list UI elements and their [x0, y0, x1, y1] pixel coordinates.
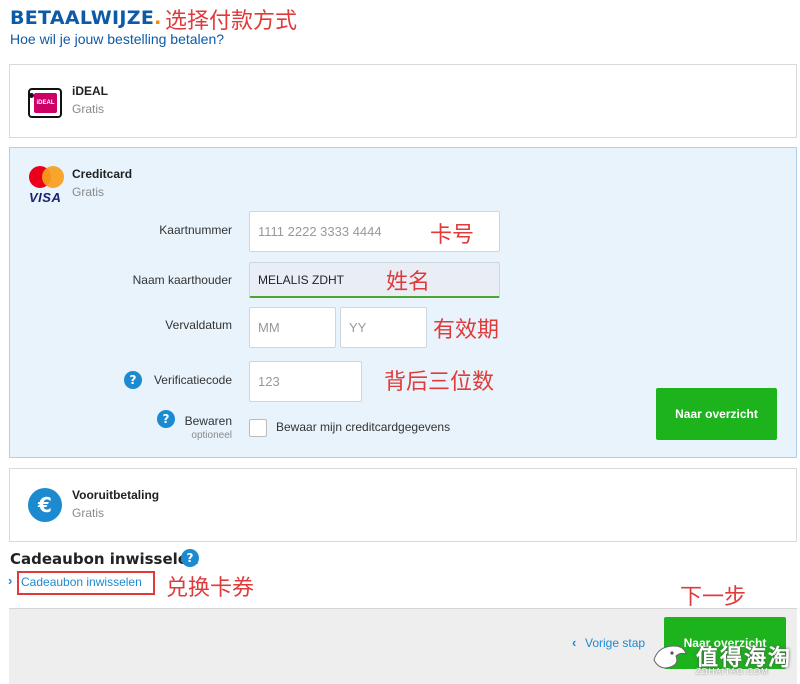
expiry-month-input[interactable]: MM: [249, 307, 336, 348]
payment-option-ideal[interactable]: [9, 64, 797, 138]
mastercard-logo-icon: [29, 166, 65, 188]
previous-step-link[interactable]: Vorige stap: [585, 636, 645, 650]
save-label: Bewaren: [184, 414, 232, 428]
save-help-icon[interactable]: ?: [157, 410, 175, 428]
ideal-name: iDEAL: [72, 84, 108, 98]
save-card-checkbox[interactable]: [249, 419, 267, 437]
euro-icon: €: [28, 488, 62, 522]
to-overview-button[interactable]: Naar overzicht: [656, 388, 777, 440]
annotation-expiry: 有效期: [433, 318, 500, 343]
watermark-subtext: ZDHAITAO.COM: [696, 667, 769, 676]
page-subtitle: Hoe wil je jouw bestelling betalen?: [10, 31, 225, 47]
holder-label: Naam kaarthouder: [132, 273, 232, 287]
expiry-label: Vervaldatum: [165, 318, 232, 332]
visa-logo-icon: VISA: [29, 190, 62, 205]
expiry-year-input[interactable]: YY: [340, 307, 427, 348]
gift-card-link[interactable]: Cadeaubon inwisselen: [21, 575, 142, 589]
watermark-bird-icon: [653, 645, 687, 669]
save-optional-label: optioneel: [191, 430, 232, 441]
card-number-label: Kaartnummer: [159, 223, 232, 237]
page-title: BETAALWIJZE.: [10, 7, 162, 29]
vooruit-name: Vooruitbetaling: [72, 488, 160, 502]
cvc-label: Verificatiecode: [153, 373, 232, 387]
save-card-checkbox-label[interactable]: Bewaar mijn creditcardgegevens: [276, 420, 450, 434]
gift-help-icon[interactable]: ?: [181, 549, 199, 567]
payment-option-vooruitbetaling[interactable]: [9, 468, 797, 542]
ideal-price: Gratis: [72, 102, 105, 116]
vooruit-price: Gratis: [72, 506, 105, 520]
title-dot: .: [154, 7, 162, 29]
annotation-gift: 兑换卡券: [166, 576, 255, 601]
annotation-next: 下一步: [680, 585, 747, 610]
annotation-holder: 姓名: [386, 270, 431, 295]
cvc-input[interactable]: 123: [249, 361, 362, 402]
cvc-help-icon[interactable]: ?: [124, 371, 142, 389]
ideal-logo-icon: iDEAL: [28, 88, 62, 118]
annotation-card-number: 卡号: [430, 223, 475, 248]
holder-input[interactable]: MELALIS ZDHT: [249, 262, 500, 298]
gift-card-heading: Cadeaubon inwisselen: [10, 550, 199, 568]
annotation-cvc: 背后三位数: [384, 370, 495, 395]
creditcard-price: Gratis: [72, 185, 105, 199]
creditcard-name: Creditcard: [72, 167, 133, 181]
chevron-left-icon: ‹: [572, 635, 577, 650]
chevron-right-icon: ›: [8, 573, 13, 588]
